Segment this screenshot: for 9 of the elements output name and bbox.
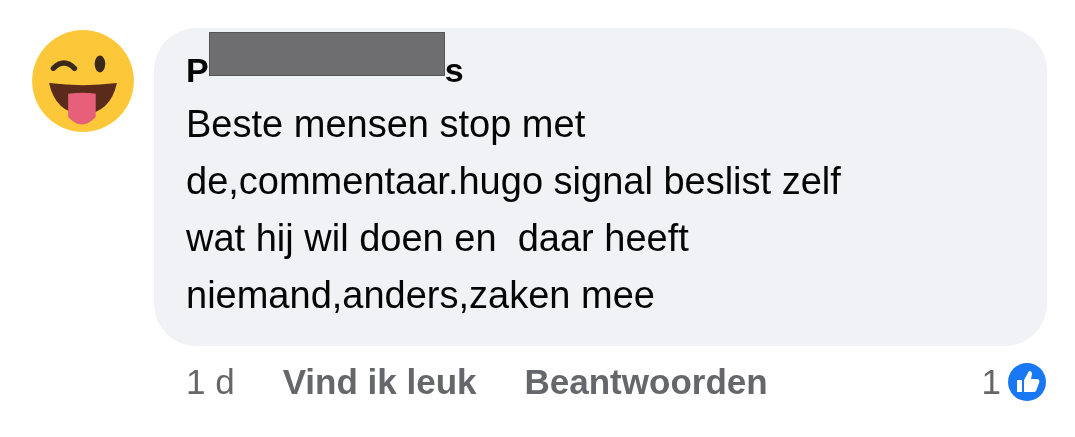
action-link[interactable]: Vind ik leuk [282,362,477,402]
author-name[interactable]: s [444,51,464,90]
action-link[interactable]: Beantwoorden [524,362,768,402]
timestamp[interactable]: 1 d [186,362,235,402]
author-name[interactable]: P [186,51,209,90]
thumbs-up-icon [1007,362,1047,402]
emoji-avatar-icon [30,28,136,134]
comment-text: Beste mensen stop met de,commentaar.hugo signal beslist zelf wat hij wil doen en daar heeft niemand,anders,zaken mee [186,102,842,318]
reaction-count[interactable]: 1 [981,362,1001,402]
